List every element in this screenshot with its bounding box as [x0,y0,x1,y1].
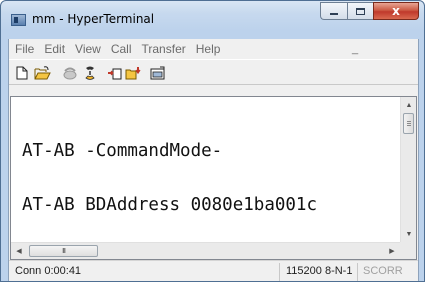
hyperterminal-window: mm - HyperTerminal x File Edit View Call… [0,0,425,282]
menu-trailing-mark: _ [352,43,359,55]
scroll-lock-indicator: SCORR [363,265,403,277]
receive-icon[interactable] [125,66,142,80]
horizontal-scrollbar[interactable]: ◀ III ▶ [11,242,416,259]
menu-help[interactable]: Help [191,42,226,56]
menu-view[interactable]: View [70,42,106,56]
disconnect-icon[interactable] [83,66,97,80]
hyperterminal-app-icon[interactable] [11,14,26,26]
menu-transfer[interactable]: Transfer [137,42,191,56]
scroll-down-arrow-icon[interactable]: ▼ [401,226,417,242]
menu-bar: File Edit View Call Transfer Help _ [9,39,418,59]
phone-icon[interactable] [62,66,78,80]
new-file-icon[interactable] [16,66,28,80]
status-divider [279,263,280,281]
connection-timer: Conn 0:00:41 [15,265,82,277]
menu-call[interactable]: Call [106,42,137,56]
close-icon: x [392,4,400,18]
minimize-button[interactable] [320,2,347,20]
status-bar: Conn 0:00:41 115200 8-N-1 SCORR [9,260,418,281]
scroll-up-arrow-icon[interactable]: ▲ [401,97,417,113]
send-icon[interactable] [107,66,122,80]
caption-buttons: x [320,2,419,20]
client-area: File Edit View Call Transfer Help _ AT-A… [8,39,419,281]
window-title: mm - HyperTerminal [32,12,155,26]
minimize-icon [330,13,338,15]
open-folder-icon[interactable] [34,66,51,80]
scroll-right-arrow-icon[interactable]: ▶ [384,243,400,259]
maximize-icon [356,7,365,15]
menu-edit[interactable]: Edit [39,42,70,56]
horizontal-scroll-thumb[interactable]: III [29,245,98,257]
properties-icon[interactable] [150,66,166,80]
scrollbar-corner [400,242,416,259]
terminal-line: AT-AB BDAddress 0080e1ba001c [22,195,318,215]
terminal-view[interactable]: AT-AB -CommandMode- AT-AB BDAddress 0080… [10,96,417,260]
vertical-scrollbar[interactable]: ▲ ▼ [400,97,416,242]
terminal-output[interactable]: AT-AB -CommandMode- AT-AB BDAddress 0080… [22,106,399,230]
close-button[interactable]: x [373,2,419,20]
maximize-button[interactable] [347,2,373,20]
status-divider [357,263,358,281]
menu-file[interactable]: File [9,42,39,56]
terminal-line: AT-AB -CommandMode- [22,141,223,161]
title-bar[interactable]: mm - HyperTerminal x [1,1,424,39]
toolbar [9,59,418,85]
port-settings: 115200 8-N-1 [286,265,353,277]
grip-icon [407,121,411,126]
scroll-left-arrow-icon[interactable]: ◀ [11,243,27,259]
vertical-scroll-thumb[interactable] [403,113,414,134]
